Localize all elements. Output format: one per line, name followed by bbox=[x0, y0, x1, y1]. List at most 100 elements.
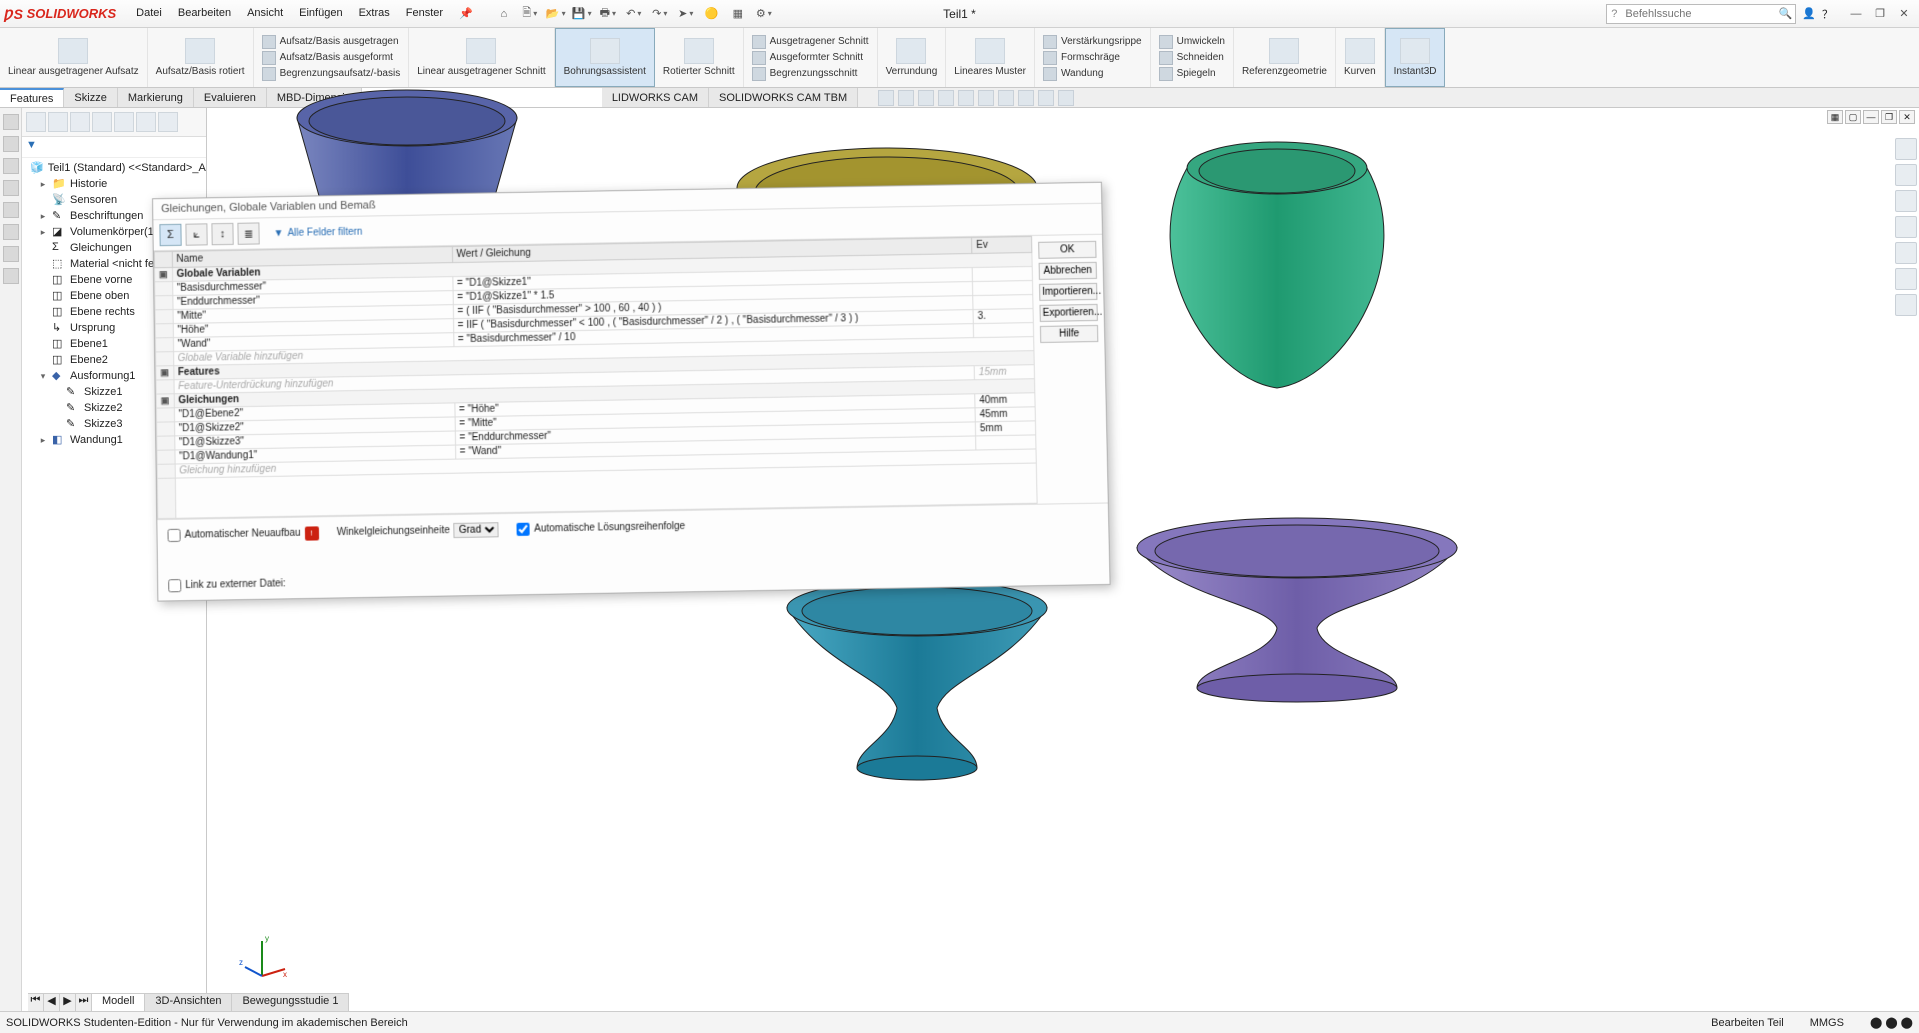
hud-icon[interactable] bbox=[978, 90, 994, 106]
ribbon-lofted-boss[interactable]: Aufsatz/Basis ausgeformt bbox=[262, 50, 393, 66]
ribbon-revolve-cut[interactable]: Rotierter Schnitt bbox=[655, 28, 744, 87]
save-icon[interactable]: 💾 bbox=[571, 3, 593, 25]
import-button[interactable]: Importieren... bbox=[1039, 283, 1097, 301]
hud-icon[interactable] bbox=[1038, 90, 1054, 106]
ribbon-instant3d[interactable]: Instant3D bbox=[1385, 28, 1446, 87]
view-appearance-icon[interactable] bbox=[1895, 268, 1917, 290]
home-icon[interactable]: ⌂ bbox=[493, 3, 515, 25]
menu-insert[interactable]: Einfügen bbox=[291, 3, 350, 24]
tree-root[interactable]: 🧊Teil1 (Standard) <<Standard>_An bbox=[24, 160, 206, 176]
taskpane-icon[interactable] bbox=[3, 268, 19, 284]
view-section-icon[interactable] bbox=[1895, 216, 1917, 238]
eq-view-list-icon[interactable]: ≣ bbox=[237, 222, 259, 244]
ribbon-curves[interactable]: Kurven bbox=[1336, 28, 1385, 87]
ribbon-ref-geom[interactable]: Referenzgeometrie bbox=[1234, 28, 1336, 87]
hud-icon[interactable] bbox=[998, 90, 1014, 106]
help-button[interactable]: Hilfe bbox=[1040, 325, 1098, 343]
tab-swcam-tbm[interactable]: SOLIDWORKS CAM TBM bbox=[709, 88, 858, 107]
hud-icon[interactable] bbox=[898, 90, 914, 106]
ribbon-draft[interactable]: Formschräge bbox=[1043, 50, 1120, 66]
hud-icon[interactable] bbox=[918, 90, 934, 106]
taskpane-icon[interactable] bbox=[3, 136, 19, 152]
fm-tab-icon[interactable] bbox=[26, 112, 46, 132]
eq-view-sigma-icon[interactable]: Σ bbox=[159, 224, 181, 246]
filter-label[interactable]: ▼Alle Felder filtern bbox=[273, 226, 362, 239]
ok-button[interactable]: OK bbox=[1038, 241, 1096, 259]
ribbon-revolve-boss[interactable]: Aufsatz/Basis rotiert bbox=[148, 28, 254, 87]
bottom-tab-motion[interactable]: Bewegungsstudie 1 bbox=[232, 994, 349, 1011]
menu-view[interactable]: Ansicht bbox=[239, 3, 291, 24]
mdi-max-icon[interactable]: ❐ bbox=[1881, 110, 1897, 124]
ribbon-swept-boss[interactable]: Aufsatz/Basis ausgetragen bbox=[262, 34, 399, 50]
tab-nav-last-icon[interactable]: ⏭ bbox=[76, 994, 92, 1011]
tab-evaluate[interactable]: Evaluieren bbox=[194, 88, 267, 107]
cell[interactable]: 3. bbox=[973, 309, 1033, 324]
hud-icon[interactable] bbox=[1018, 90, 1034, 106]
window-restore-icon[interactable]: ❐ bbox=[1869, 5, 1891, 23]
select-icon[interactable]: ➤ bbox=[675, 3, 697, 25]
view-scene-icon[interactable] bbox=[1895, 294, 1917, 316]
tab-markup[interactable]: Markierung bbox=[118, 88, 194, 107]
mdi-min-icon[interactable]: — bbox=[1863, 110, 1879, 124]
options-icon[interactable]: ▦ bbox=[727, 3, 749, 25]
mdi-single-icon[interactable]: ▢ bbox=[1845, 110, 1861, 124]
fm-tab-icon[interactable] bbox=[92, 112, 112, 132]
bottom-tab-3dviews[interactable]: 3D-Ansichten bbox=[145, 994, 232, 1011]
fm-tab-icon[interactable] bbox=[158, 112, 178, 132]
user-icon[interactable]: 👤 bbox=[1802, 7, 1816, 20]
view-cube-icon[interactable] bbox=[1895, 138, 1917, 160]
command-search[interactable]: ? 🔍 bbox=[1606, 4, 1796, 24]
tab-features[interactable]: Features bbox=[0, 88, 64, 107]
ribbon-fillet[interactable]: Verrundung bbox=[878, 28, 947, 87]
cell[interactable] bbox=[972, 266, 1032, 281]
link-external-checkbox[interactable]: Link zu externer Datei: bbox=[168, 577, 286, 592]
fm-tab-icon[interactable] bbox=[114, 112, 134, 132]
view-display-icon[interactable] bbox=[1895, 190, 1917, 212]
taskpane-icon[interactable] bbox=[3, 180, 19, 196]
cell[interactable] bbox=[973, 323, 1033, 338]
ribbon-shell[interactable]: Wandung bbox=[1043, 66, 1103, 82]
taskpane-icon[interactable] bbox=[3, 114, 19, 130]
eq-view-ord-icon[interactable]: ↕ bbox=[211, 223, 233, 245]
ribbon-wrap[interactable]: Umwickeln bbox=[1159, 34, 1225, 50]
hud-icon[interactable] bbox=[1058, 90, 1074, 106]
taskpane-icon[interactable] bbox=[3, 202, 19, 218]
settings-icon[interactable]: ⚙ bbox=[753, 3, 775, 25]
tab-sketch[interactable]: Skizze bbox=[64, 88, 117, 107]
equations-table[interactable]: Name Wert / Gleichung Ev ▣Globale Variab… bbox=[154, 236, 1038, 519]
cell[interactable]: 5mm bbox=[975, 421, 1035, 436]
rebuild-icon[interactable]: 🟡 bbox=[701, 3, 723, 25]
search-icon[interactable]: 🔍 bbox=[1775, 7, 1795, 20]
auto-rebuild-checkbox[interactable]: Automatischer Neuaufbau ! bbox=[167, 526, 318, 543]
ribbon-hole-wizard[interactable]: Bohrungsassistent bbox=[555, 28, 655, 87]
ribbon-boundary-cut[interactable]: Begrenzungsschnitt bbox=[752, 66, 858, 82]
cell[interactable] bbox=[972, 281, 1032, 296]
open-icon[interactable]: 📂 bbox=[545, 3, 567, 25]
export-button[interactable]: Exportieren... bbox=[1039, 304, 1097, 322]
taskpane-icon[interactable] bbox=[3, 158, 19, 174]
fm-tab-icon[interactable] bbox=[48, 112, 68, 132]
cell[interactable]: 15mm bbox=[974, 365, 1034, 380]
ribbon-mirror[interactable]: Spiegeln bbox=[1159, 66, 1216, 82]
view-orient-icon[interactable] bbox=[1895, 164, 1917, 186]
bottom-tab-model[interactable]: Modell bbox=[92, 994, 145, 1011]
cell[interactable]: 40mm bbox=[975, 393, 1035, 408]
window-minimize-icon[interactable]: — bbox=[1845, 5, 1867, 23]
tab-swcam[interactable]: LIDWORKS CAM bbox=[602, 88, 709, 107]
menu-extras[interactable]: Extras bbox=[351, 3, 398, 24]
hud-icon[interactable] bbox=[958, 90, 974, 106]
ribbon-swept-cut[interactable]: Ausgetragener Schnitt bbox=[752, 34, 869, 50]
ribbon-extrude-boss[interactable]: Linear ausgetragener Aufsatz bbox=[0, 28, 148, 87]
cancel-button[interactable]: Abbrechen bbox=[1039, 262, 1097, 280]
menu-window[interactable]: Fenster bbox=[398, 3, 451, 24]
fm-filter[interactable]: ▼ bbox=[22, 137, 206, 158]
undo-icon[interactable]: ↶ bbox=[623, 3, 645, 25]
taskpane-icon[interactable] bbox=[3, 246, 19, 262]
taskpane-icon[interactable] bbox=[3, 224, 19, 240]
eq-view-dim-icon[interactable]: ⟀ bbox=[185, 223, 207, 245]
ribbon-intersect[interactable]: Schneiden bbox=[1159, 50, 1224, 66]
ribbon-rib[interactable]: Verstärkungsrippe bbox=[1043, 34, 1142, 50]
tab-nav-first-icon[interactable]: ⏮ bbox=[28, 994, 44, 1011]
menu-pin-icon[interactable]: 📌 bbox=[451, 3, 481, 24]
tree-history[interactable]: ▸📁Historie bbox=[24, 176, 206, 192]
